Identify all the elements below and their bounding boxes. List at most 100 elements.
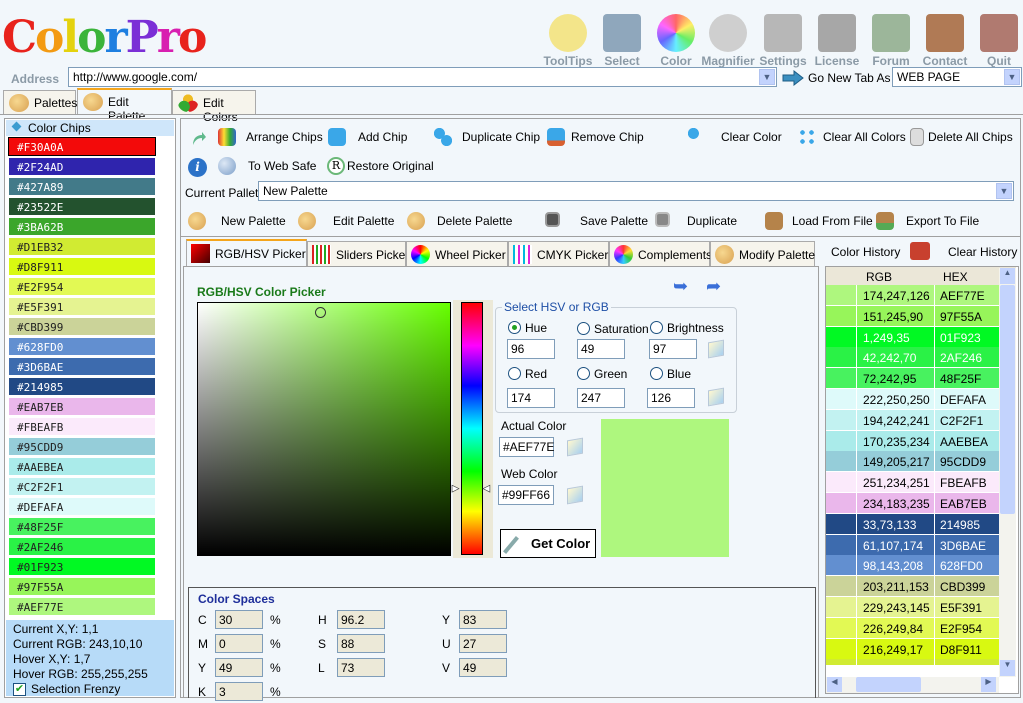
history-row[interactable]: 251,234,251 FBEAFB [826,472,1014,494]
toolbar-select-button[interactable]: Select [594,14,650,68]
brightness-radio[interactable]: Brightness [650,321,724,335]
toolbar-forum-button[interactable]: Forum [863,14,919,68]
chevron-down-icon[interactable]: ▼ [1004,69,1020,85]
toolbar-magnifier-button[interactable]: Magnifier [700,14,756,68]
color-chip[interactable]: #FBEAFB [8,417,156,436]
horizontal-scrollbar[interactable]: ◀ ▶ [826,677,999,693]
color-chip[interactable]: #01F923 [8,557,156,576]
history-row[interactable]: 216,249,17 D8F911 [826,638,1014,660]
color-chip[interactable]: #EAB7EB [8,397,156,416]
tab-complements[interactable]: Complements [609,241,712,266]
trash-bin-icon[interactable] [910,242,930,260]
toolbar-settings-button[interactable]: Settings [755,14,811,68]
history-row[interactable]: 151,245,90 97F55A [826,305,1014,327]
go-arrow-icon[interactable] [782,69,804,87]
address-input[interactable]: http://www.google.com/ ▼ [68,67,777,87]
tab-edit-palette[interactable]: Edit Palette [77,88,172,123]
color-chip[interactable]: #48F25F [8,517,156,536]
color-chip[interactable]: #D8F911 [8,257,156,276]
saturation-input[interactable]: 49 [577,339,625,359]
color-chip[interactable]: #214985 [8,377,156,396]
scroll-left-icon[interactable]: ◀ [827,677,842,692]
color-chip[interactable]: #D1EB32 [8,237,156,256]
red-radio[interactable]: Red [508,367,547,381]
history-row[interactable]: 72,242,95 48F25F [826,368,1014,390]
scroll-down-icon[interactable]: ▼ [1000,660,1015,676]
green-input[interactable]: 247 [577,388,625,408]
duplicate-palette-button[interactable]: Duplicate [655,212,737,228]
delete-palette-button[interactable]: Delete Palette [407,212,512,230]
hue-slider-left-handle[interactable]: ▶ [452,483,460,494]
tab-modify-palette[interactable]: Modify Palette [710,241,815,266]
history-row[interactable]: 1,249,35 01F923 [826,326,1014,348]
history-row[interactable]: 194,242,241 C2F2F1 [826,409,1014,431]
chevron-down-icon[interactable]: ▼ [996,183,1012,199]
load-from-file-button[interactable]: Load From File [765,212,873,230]
toolbar-contact-button[interactable]: Contact [917,14,973,68]
history-row[interactable]: 149,205,217 95CDD9 [826,451,1014,473]
color-chip[interactable]: #427A89 [8,177,156,196]
web-color-input[interactable]: #99FF66 [498,485,554,505]
color-chip[interactable]: #AAEBEA [8,457,156,476]
color-chip[interactable]: #CBD399 [8,317,156,336]
green-radio[interactable]: Green [577,367,627,381]
undo-arrow-icon[interactable] [190,131,208,149]
history-row[interactable]: 226,249,84 E2F954 [826,617,1014,639]
undo-icon[interactable]: ➥ [673,276,688,297]
toolbar-quit-button[interactable]: Quit [971,14,1023,68]
copy-hsv-icon[interactable] [708,339,724,359]
history-row[interactable]: 170,235,234 AAEBEA [826,430,1014,452]
tab-type-select[interactable]: WEB PAGE ▼ [892,67,1022,87]
scroll-up-icon[interactable]: ▲ [1000,268,1015,284]
tab-cmyk-picker[interactable]: CMYK Picker [508,241,609,266]
brightness-input[interactable]: 97 [649,339,697,359]
toolbar-color-button[interactable]: Color [648,14,704,68]
current-palette-select[interactable]: New Palette ▼ [258,181,1014,201]
remove-chip-button[interactable]: Remove Chip [547,128,644,146]
get-color-button[interactable]: Get Color [500,529,596,558]
color-chip[interactable]: #AEF77E [8,597,156,616]
new-palette-button[interactable]: New Palette [188,212,286,230]
red-input[interactable]: 174 [507,388,555,408]
color-chip[interactable]: #E2F954 [8,277,156,296]
color-chip[interactable]: #97F55A [8,577,156,596]
vertical-scroll-thumb[interactable] [1000,285,1015,514]
history-row[interactable]: 209,235,50 D1EB32 [826,659,1014,667]
hue-slider-right-handle[interactable]: ◀ [483,483,491,494]
tab-wheel-picker[interactable]: Wheel Picker [406,241,508,266]
clear-color-button[interactable]: Clear Color [688,128,782,146]
color-chip[interactable]: #DEFAFA [8,497,156,516]
vertical-scrollbar[interactable]: ▲ ▼ [999,268,1016,677]
color-chip[interactable]: #95CDD9 [8,437,156,456]
color-chip[interactable]: #3BA62B [8,217,156,236]
address-dropdown-icon[interactable]: ▼ [759,69,775,85]
tab-rgb-hsv-picker[interactable]: RGB/HSV Picker [186,239,307,267]
tab-palettes[interactable]: Palettes [3,90,77,114]
color-chip[interactable]: #E5F391 [8,297,156,316]
picker-cursor[interactable] [315,307,326,318]
color-chip[interactable]: #2AF246 [8,537,156,556]
hue-slider[interactable] [461,302,483,555]
history-row[interactable]: 234,183,235 EAB7EB [826,493,1014,514]
color-chip[interactable]: #23522E [8,197,156,216]
saturation-brightness-square[interactable] [197,302,451,556]
color-chip[interactable]: #3D6BAE [8,357,156,376]
color-chip[interactable]: #2F24AD [8,157,156,176]
copy-web-color-icon[interactable] [567,485,583,505]
restore-original-button[interactable]: R Restore Original [327,157,434,175]
history-row[interactable]: 174,247,126 AEF77E [826,285,1014,306]
history-row[interactable]: 222,250,250 DEFAFA [826,389,1014,410]
history-row[interactable]: 98,143,208 628FD0 [826,555,1014,577]
redo-icon[interactable]: ➦ [706,276,721,297]
clear-all-colors-button[interactable]: Clear All Colors [798,128,906,146]
history-row[interactable]: 42,242,70 2AF246 [826,347,1014,369]
duplicate-chip-button[interactable]: Duplicate Chip [434,128,540,146]
add-chip-button[interactable]: Add Chip [328,128,407,146]
color-chip[interactable]: #F30A0A [8,137,156,156]
toolbar-license-button[interactable]: License [809,14,865,68]
history-row[interactable]: 203,211,153 CBD399 [826,576,1014,598]
edit-palette-button[interactable]: Edit Palette [298,212,394,230]
history-row[interactable]: 229,243,145 E5F391 [826,597,1014,618]
history-row[interactable]: 33,73,133 214985 [826,513,1014,535]
clear-history-button[interactable]: Clear History [948,245,1017,259]
